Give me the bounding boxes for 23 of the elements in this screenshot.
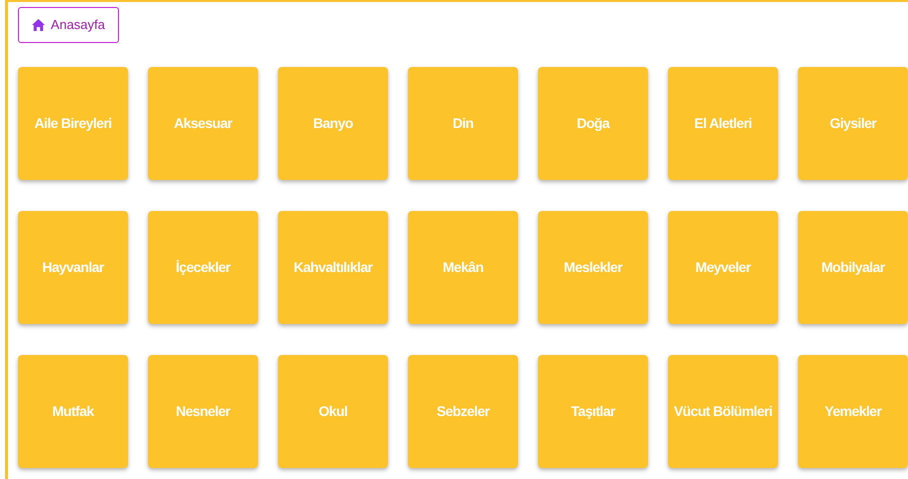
category-tile[interactable]: Meyveler bbox=[668, 211, 778, 324]
category-tile[interactable]: Mekân bbox=[408, 211, 518, 324]
category-tile[interactable]: Hayvanlar bbox=[18, 211, 128, 324]
category-tile[interactable]: Banyo bbox=[278, 67, 388, 180]
category-tile[interactable]: Okul bbox=[278, 355, 388, 468]
category-tile[interactable]: Kahvaltılıklar bbox=[278, 211, 388, 324]
category-tile[interactable]: Yemekler bbox=[798, 355, 908, 468]
category-tile[interactable]: Sebzeler bbox=[408, 355, 518, 468]
home-icon bbox=[32, 18, 45, 32]
category-tile[interactable]: Nesneler bbox=[148, 355, 258, 468]
category-tile[interactable]: El Aletleri bbox=[668, 67, 778, 180]
category-tile[interactable]: Taşıtlar bbox=[538, 355, 648, 468]
category-tile[interactable]: Giysiler bbox=[798, 67, 908, 180]
category-tile[interactable]: Meslekler bbox=[538, 211, 648, 324]
category-tile[interactable]: Doğa bbox=[538, 67, 648, 180]
category-tile[interactable]: Din bbox=[408, 67, 518, 180]
category-tile[interactable]: Aksesuar bbox=[148, 67, 258, 180]
category-tile[interactable]: Vücut Bölümleri bbox=[668, 355, 778, 468]
home-button[interactable]: Anasayfa bbox=[18, 7, 119, 43]
category-tile[interactable]: Mobilyalar bbox=[798, 211, 908, 324]
category-tile[interactable]: Aile Bireyleri bbox=[18, 67, 128, 180]
category-tile[interactable]: İçecekler bbox=[148, 211, 258, 324]
category-tile[interactable]: Mutfak bbox=[18, 355, 128, 468]
